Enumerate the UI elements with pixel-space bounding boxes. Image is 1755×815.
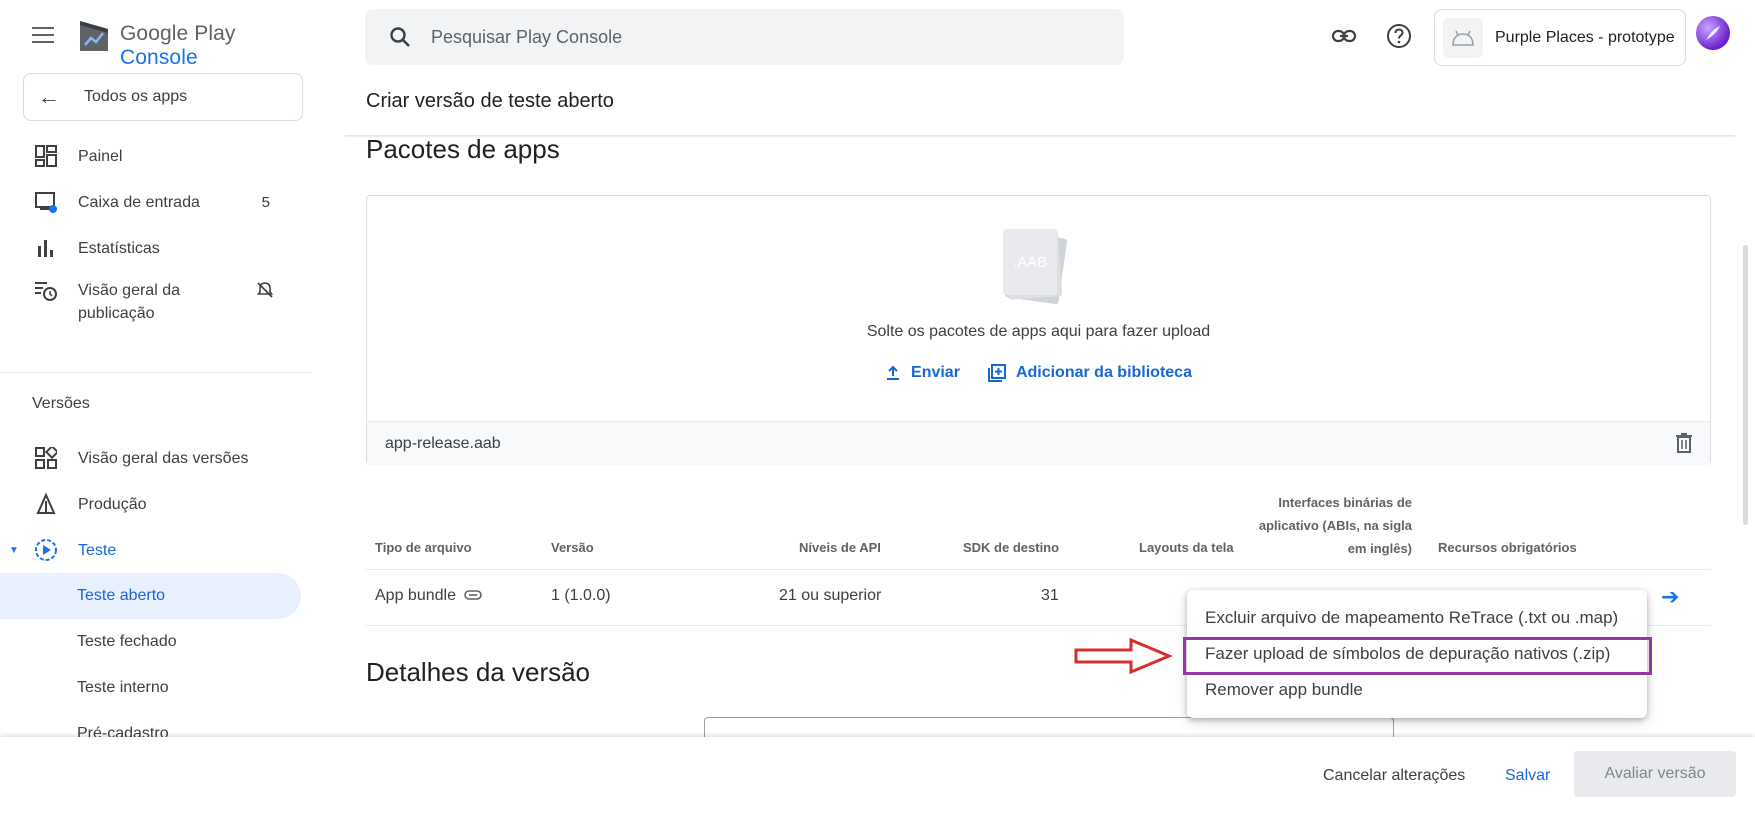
review-release-button[interactable]: Avaliar versão (1574, 751, 1736, 797)
sidebar-item-production[interactable]: Produção (0, 481, 312, 527)
release-details-title: Detalhes da versão (366, 657, 591, 687)
bar-chart-icon (34, 236, 58, 260)
app-selector[interactable]: Purple Places - prototype (1434, 9, 1686, 66)
back-arrow-icon: ← (38, 84, 60, 109)
sidebar-item-closed-testing[interactable]: Teste fechado (0, 619, 312, 665)
main-nav: Painel Caixa de entrada 5 Estatísticas V… (0, 133, 312, 333)
app-bundles-title: Pacotes de apps (366, 134, 560, 164)
cancel-changes-button[interactable]: Cancelar alterações (1323, 767, 1465, 785)
menu-item-remove-bundle[interactable]: Remover app bundle (1205, 680, 1363, 700)
search-input[interactable] (431, 26, 1031, 48)
releases-nav: Visão geral das versões Produção ▼ Teste… (0, 435, 312, 740)
upload-icon (887, 365, 900, 380)
publishing-overview-icon (34, 279, 58, 303)
cell-target-sdk: 31 (1041, 587, 1059, 604)
android-icon (1443, 17, 1483, 58)
production-icon (34, 492, 58, 516)
arrow-right-icon[interactable]: ➔ (1661, 584, 1679, 610)
cell-file-type: App bundle (375, 587, 483, 605)
sidebar-item-label: Teste (78, 541, 117, 559)
col-api-levels: Níveis de API (799, 540, 881, 555)
sidebar-item-internal-testing[interactable]: Teste interno (0, 665, 312, 711)
sidebar-item-label: Produção (78, 495, 147, 513)
delete-icon[interactable] (1674, 432, 1694, 459)
col-file-type: Tipo de arquivo (375, 540, 472, 555)
drop-instructions: Solte os pacotes de apps aqui para fazer… (866, 323, 1211, 340)
inbox-icon (34, 190, 58, 214)
brand-title: Google Play Console (120, 22, 236, 69)
library-add-icon (987, 364, 1006, 382)
app-bundle-drop-zone[interactable]: .AAB Solte os pacotes de apps aqui para … (366, 195, 1711, 465)
sidebar-item-pre-registration[interactable]: Pré-cadastro (0, 711, 312, 740)
help-icon[interactable] (1385, 22, 1413, 50)
notifications-off-icon[interactable] (256, 281, 274, 304)
scrollbar[interactable] (1743, 245, 1748, 525)
sidebar-item-publishing-overview[interactable]: Visão geral da publicação (0, 271, 312, 333)
sidebar: Google Play Console ← Todos os apps Pain… (0, 0, 312, 740)
col-abis: Interfaces binárias de aplicativo (ABIs,… (1258, 495, 1412, 556)
app-name: Purple Places - prototype (1495, 28, 1675, 46)
attachment-icon (464, 590, 483, 600)
aab-label: .AAB (1003, 229, 1057, 295)
sidebar-item-label: Painel (78, 147, 123, 165)
col-screen-layouts: Layouts da tela (1139, 540, 1234, 555)
annotation-arrow-icon (1074, 637, 1173, 675)
search-icon (390, 27, 410, 47)
action-footer: Cancelar alterações Salvar Avaliar versã… (0, 737, 1755, 815)
col-target-sdk: SDK de destino (963, 540, 1060, 555)
sidebar-divider (0, 372, 312, 373)
menu-item-delete-retrace[interactable]: Excluir arquivo de mapeamento ReTrace (.… (1205, 608, 1618, 628)
drop-actions: Enviar Adicionar da biblioteca (367, 364, 1710, 382)
sidebar-item-painel[interactable]: Painel (0, 133, 312, 179)
all-apps-label: Todos os apps (84, 88, 188, 105)
sidebar-item-label: Visão geral das versões (78, 449, 249, 467)
search-bar[interactable] (365, 9, 1124, 65)
releases-section-label: Versões (32, 395, 90, 412)
add-from-library-button[interactable]: Adicionar da biblioteca (987, 364, 1192, 382)
releases-overview-icon (34, 446, 58, 470)
col-version: Versão (551, 540, 594, 555)
sidebar-item-label: Estatísticas (78, 239, 160, 257)
cell-version: 1 (1.0.0) (551, 587, 611, 604)
highlight-box (1183, 637, 1652, 675)
avatar[interactable] (1696, 16, 1730, 50)
uploaded-file-row: app-release.aab (367, 421, 1710, 465)
expand-caret-icon[interactable]: ▼ (9, 545, 19, 556)
sidebar-item-open-testing[interactable]: Teste aberto (0, 573, 301, 619)
sidebar-item-statistics[interactable]: Estatísticas (0, 225, 312, 271)
menu-icon[interactable] (32, 24, 56, 48)
all-apps-button[interactable]: ← Todos os apps (23, 73, 303, 121)
upload-label: Enviar (911, 364, 960, 381)
link-icon[interactable] (1330, 22, 1358, 50)
inbox-count-badge: 5 (261, 193, 270, 211)
play-console-logo-icon (80, 21, 108, 51)
col-required-features: Recursos obrigatórios (1438, 540, 1577, 555)
save-button[interactable]: Salvar (1505, 767, 1550, 785)
sidebar-item-label: Visão geral da publicação (78, 282, 180, 322)
page-title: Criar versão de teste aberto (366, 90, 614, 112)
sidebar-item-inbox[interactable]: Caixa de entrada 5 (0, 179, 312, 225)
sidebar-header: Google Play Console (0, 0, 312, 72)
dashboard-icon (34, 144, 58, 168)
sidebar-item-testing[interactable]: ▼ Teste (0, 527, 312, 573)
cell-api-levels: 21 ou superior (779, 587, 882, 604)
table-header-divider (366, 569, 1711, 570)
sidebar-item-label: Caixa de entrada (78, 193, 200, 211)
file-name: app-release.aab (385, 434, 501, 452)
aab-file-icon: .AAB (1003, 229, 1068, 305)
add-from-library-label: Adicionar da biblioteca (1015, 364, 1192, 381)
upload-button[interactable]: Enviar (885, 364, 960, 382)
testing-icon (34, 538, 58, 562)
sidebar-item-releases-overview[interactable]: Visão geral das versões (0, 435, 312, 481)
